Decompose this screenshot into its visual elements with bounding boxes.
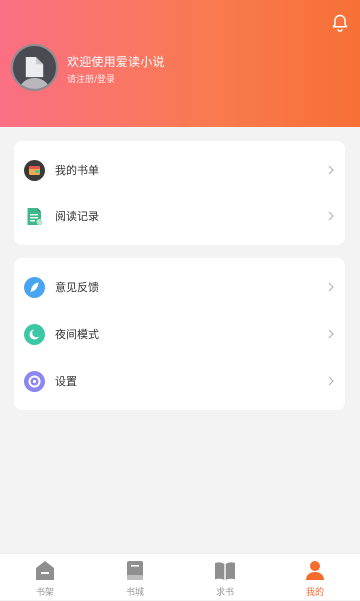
tab-label: 书城 [125, 588, 144, 598]
settings-icon [24, 371, 45, 392]
chevron-right-icon [328, 282, 334, 292]
login-link[interactable]: 请注册/登录 [67, 72, 115, 85]
menu-item-label: 夜间模式 [55, 328, 99, 341]
settings-card: 意见反馈 夜间模式 设置 [14, 258, 345, 410]
tab-label: 求书 [215, 588, 234, 598]
book-icon [127, 561, 143, 580]
feather-icon [24, 277, 45, 298]
bookshelf-icon [36, 561, 54, 580]
bottom-tab-bar: 书架 书城 求书 我的 [0, 553, 360, 600]
wallet-icon [24, 160, 45, 181]
menu-item-label: 我的书单 [55, 164, 99, 177]
document-icon [27, 208, 43, 225]
tab-label: 我的 [305, 588, 324, 598]
menu-item-feedback[interactable]: 意见反馈 [14, 264, 345, 310]
tab-request-book[interactable]: 求书 [180, 554, 270, 601]
moon-icon [24, 324, 45, 345]
tab-mine[interactable]: 我的 [270, 554, 360, 601]
menu-item-label: 阅读记录 [55, 210, 99, 223]
bell-icon[interactable] [330, 13, 350, 33]
avatar-icon[interactable] [11, 44, 58, 91]
chevron-right-icon [328, 329, 334, 339]
open-book-icon [215, 562, 235, 580]
menu-item-night-mode[interactable]: 夜间模式 [14, 311, 345, 357]
menu-item-reading-history[interactable]: 阅读记录 [14, 193, 345, 239]
chevron-right-icon [328, 211, 334, 221]
menu-item-label: 设置 [55, 375, 77, 388]
tab-bookstore[interactable]: 书城 [90, 554, 180, 601]
tab-label: 书架 [35, 588, 54, 598]
my-content-card: 我的书单 阅读记录 [14, 141, 345, 245]
chevron-right-icon [328, 165, 334, 175]
profile-header: 欢迎使用爱读小说 请注册/登录 [0, 0, 360, 127]
menu-item-booklist[interactable]: 我的书单 [14, 147, 345, 193]
user-icon [306, 561, 324, 580]
welcome-text: 欢迎使用爱读小说 [67, 55, 165, 69]
menu-item-label: 意见反馈 [55, 281, 99, 294]
menu-item-settings[interactable]: 设置 [14, 358, 345, 404]
chevron-right-icon [328, 376, 334, 386]
tab-bookshelf[interactable]: 书架 [0, 554, 90, 601]
